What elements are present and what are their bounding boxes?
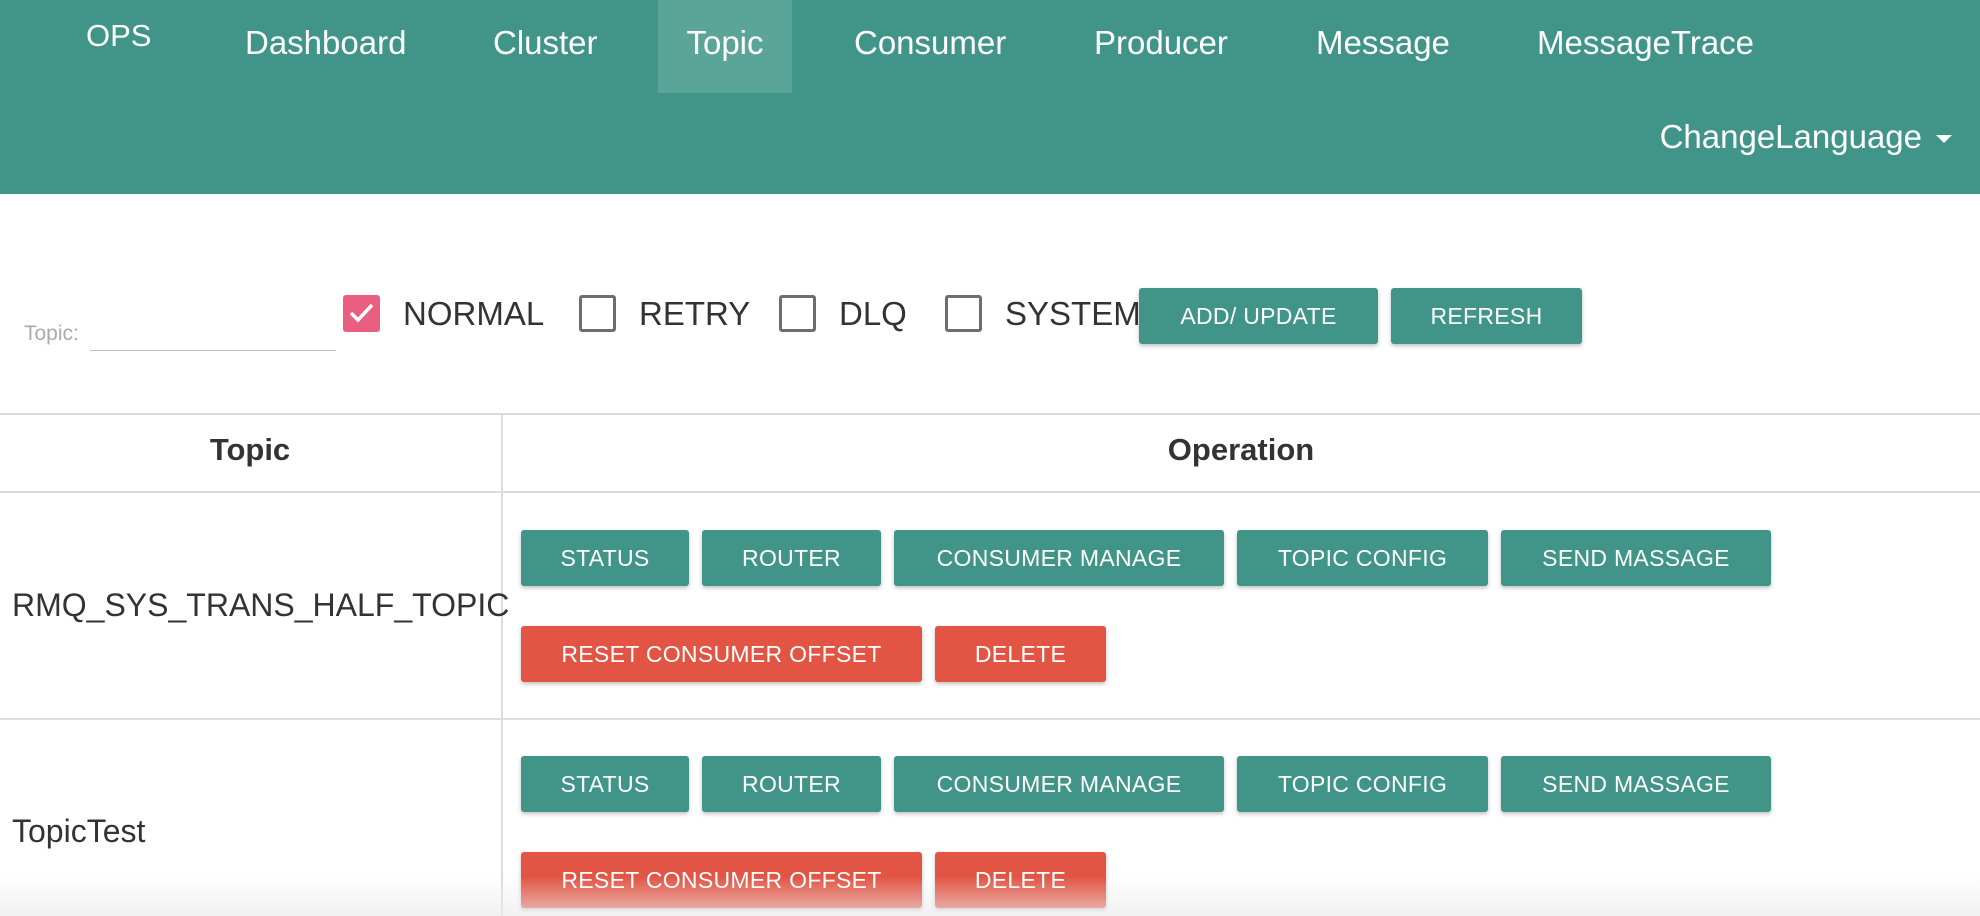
caret-down-icon xyxy=(1936,135,1952,144)
nav-topic[interactable]: Topic xyxy=(658,0,792,93)
nav-cluster[interactable]: Cluster xyxy=(466,0,625,93)
status-button[interactable]: STATUS xyxy=(521,530,689,586)
consumer-manage-button[interactable]: CONSUMER MANAGE xyxy=(894,756,1224,812)
checkbox-unchecked-icon xyxy=(779,295,816,332)
nav-consumer[interactable]: Consumer xyxy=(827,0,1033,93)
change-language-label: ChangeLanguage xyxy=(1659,118,1922,155)
nav-message[interactable]: Message xyxy=(1289,0,1477,93)
topic-filter-input[interactable] xyxy=(90,306,336,351)
send-message-button[interactable]: SEND MASSAGE xyxy=(1501,756,1771,812)
checkbox-system[interactable]: SYSTEM xyxy=(945,294,1141,336)
delete-button[interactable]: DELETE xyxy=(935,626,1106,682)
nav-producer[interactable]: Producer xyxy=(1067,0,1255,93)
checkbox-normal-label: NORMAL xyxy=(403,295,545,332)
topic-config-button[interactable]: TOPIC CONFIG xyxy=(1237,530,1488,586)
checkbox-retry[interactable]: RETRY xyxy=(579,294,759,336)
reset-consumer-offset-button[interactable]: RESET CONSUMER OFFSET xyxy=(521,852,922,908)
topic-config-button[interactable]: TOPIC CONFIG xyxy=(1237,756,1488,812)
top-navbar: OPS Dashboard Cluster Topic Consumer Pro… xyxy=(0,0,1980,194)
checkbox-retry-label: RETRY xyxy=(639,295,751,332)
router-button[interactable]: ROUTER xyxy=(702,530,881,586)
topic-filter-label: Topic: xyxy=(24,322,79,345)
checkbox-checked-icon xyxy=(343,295,380,332)
checkbox-normal[interactable]: NORMAL xyxy=(343,294,545,336)
topic-name[interactable]: RMQ_SYS_TRANS_HALF_TOPIC xyxy=(12,587,509,624)
checkbox-dlq[interactable]: DLQ xyxy=(779,294,909,336)
checkbox-unchecked-icon xyxy=(945,295,982,332)
change-language-dropdown[interactable]: ChangeLanguage xyxy=(1660,118,1952,156)
topic-name[interactable]: TopicTest xyxy=(12,813,145,850)
table-column-divider xyxy=(501,414,503,916)
delete-button[interactable]: DELETE xyxy=(935,852,1106,908)
table-row-border xyxy=(0,718,1980,720)
reset-consumer-offset-button[interactable]: RESET CONSUMER OFFSET xyxy=(521,626,922,682)
table-top-border xyxy=(0,413,1980,415)
nav-messagetrace[interactable]: MessageTrace xyxy=(1510,0,1781,93)
add-update-button[interactable]: ADD/ UPDATE xyxy=(1139,288,1378,344)
refresh-button[interactable]: REFRESH xyxy=(1391,288,1582,344)
router-button[interactable]: ROUTER xyxy=(702,756,881,812)
status-button[interactable]: STATUS xyxy=(521,756,689,812)
consumer-manage-button[interactable]: CONSUMER MANAGE xyxy=(894,530,1224,586)
checkbox-system-label: SYSTEM xyxy=(1005,295,1141,332)
column-header-operation: Operation xyxy=(1167,432,1315,467)
column-header-topic: Topic xyxy=(209,432,291,467)
checkbox-dlq-label: DLQ xyxy=(839,295,907,332)
brand-ops[interactable]: OPS xyxy=(86,18,151,54)
nav-dashboard[interactable]: Dashboard xyxy=(218,0,433,93)
table-header-border xyxy=(0,491,1980,493)
send-message-button[interactable]: SEND MASSAGE xyxy=(1501,530,1771,586)
checkbox-unchecked-icon xyxy=(579,295,616,332)
